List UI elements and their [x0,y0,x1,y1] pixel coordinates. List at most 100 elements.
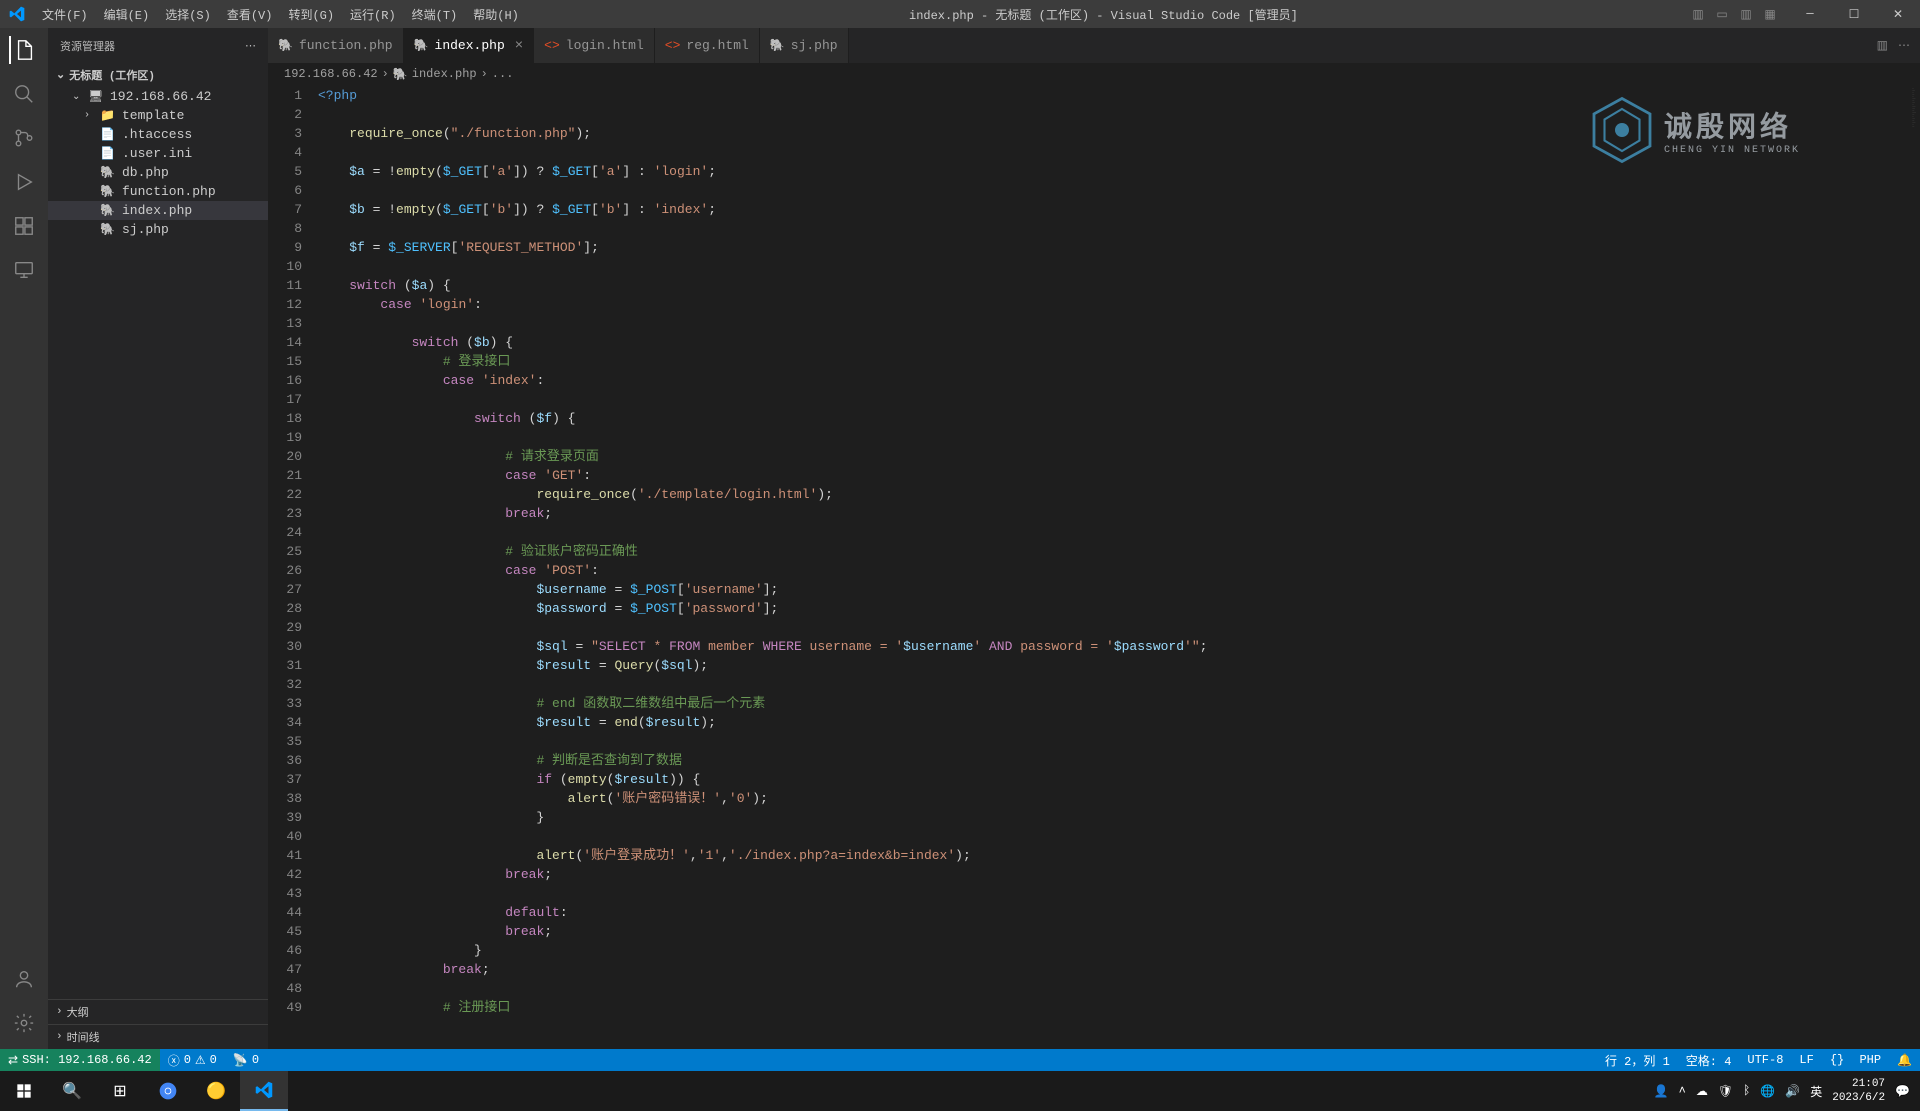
tab-index.php[interactable]: 🐘index.php× [404,28,535,63]
file-icon: 📄 [100,127,116,142]
tray-up-icon[interactable]: ˄ [1679,1084,1686,1098]
workspace-section[interactable]: ⌄无标题 (工作区) [48,65,268,85]
remote-explorer-icon[interactable] [10,256,38,284]
tab-function.php[interactable]: 🐘function.php [268,28,404,63]
file-icon: 🐘 [100,222,116,237]
app-icon[interactable]: 🟡 [192,1071,240,1111]
customize-layout-icon[interactable]: ▦ [1760,4,1780,24]
chrome-icon[interactable] [144,1071,192,1111]
file-icon: 🐘 [100,203,116,218]
timeline-section[interactable]: ›时间线 [48,1024,268,1049]
tray-people-icon[interactable]: 👤 [1654,1084,1669,1099]
tab-sj.php[interactable]: 🐘sj.php [760,28,849,63]
split-editor-icon[interactable]: ▥ [1877,38,1888,53]
search-icon[interactable] [10,80,38,108]
tray-volume-icon[interactable]: 🔊 [1785,1084,1800,1099]
tray-onedrive-icon[interactable]: ☁ [1696,1084,1708,1099]
server-icon: 🖥 [88,89,104,104]
remote-icon: ⇄ [8,1053,18,1068]
minimap-content: ▬▬▬▬▬▬▬▬▬▬▬▬▬▬▬▬▬▬▬▬▬▬▬▬▬▬▬▬▬▬▬▬▬▬▬▬▬▬▬▬… [1912,89,1916,129]
menu-help[interactable]: 帮助(H) [465,6,527,23]
accounts-icon[interactable] [10,965,38,993]
breadcrumb-root[interactable]: 192.168.66.42 [284,67,378,81]
menu-view[interactable]: 查看(V) [219,6,281,23]
close-icon[interactable]: ✕ [1876,0,1920,28]
menu-edit[interactable]: 编辑(E) [96,6,158,23]
run-debug-icon[interactable] [10,168,38,196]
menu-select[interactable]: 选择(S) [157,6,219,23]
encoding[interactable]: UTF-8 [1739,1052,1791,1069]
search-button[interactable]: 🔍 [48,1071,96,1111]
tree-item-db.php[interactable]: 🐘db.php [48,163,268,182]
menu-run[interactable]: 运行(R) [342,6,404,23]
menu-goto[interactable]: 转到(G) [280,6,342,23]
source-control-icon[interactable] [10,124,38,152]
line-gutter: 1234567891011121314151617181920212223242… [268,85,318,1049]
problems-button[interactable]: ⓧ0⚠0 [160,1052,225,1069]
notifications-icon[interactable]: 💬 [1895,1084,1910,1099]
toggle-panel-icon[interactable]: ▭ [1712,4,1732,24]
breadcrumb[interactable]: 192.168.66.42› 🐘index.php› ... [268,63,1920,85]
tree-item-.htaccess[interactable]: 📄.htaccess [48,125,268,144]
windows-taskbar: 🔍 ⊞ 🟡 👤 ˄ ☁ 🛡 ᛒ 🌐 🔊 英 21:072023/6/2 💬 [0,1071,1920,1111]
notifications-icon[interactable]: 🔔 [1889,1052,1920,1069]
vscode-logo-icon [0,6,34,22]
editor: 🐘function.php🐘index.php×<>login.html<>re… [268,28,1920,1049]
tree-item-sj.php[interactable]: 🐘sj.php [48,220,268,239]
cursor-position[interactable]: 行 2，列 1 [1597,1052,1678,1069]
tab-login.html[interactable]: <>login.html [534,28,655,63]
explorer-sidebar: 资源管理器 ⋯ ⌄无标题 (工作区) ⌄🖥192.168.66.42 ›📁tem… [48,28,268,1049]
toggle-secondary-sidebar-icon[interactable]: ▥ [1736,4,1756,24]
language-mode[interactable]: {} PHP [1822,1052,1889,1069]
menu-bar: 文件(F) 编辑(E) 选择(S) 查看(V) 转到(G) 运行(R) 终端(T… [34,6,527,23]
vscode-taskbar-icon[interactable] [240,1071,288,1111]
toggle-primary-sidebar-icon[interactable]: ▥ [1688,4,1708,24]
code-content[interactable]: <?php require_once("./function.php"); $a… [318,85,1830,1049]
tree-item-.user.ini[interactable]: 📄.user.ini [48,144,268,163]
file-icon: 🐘 [100,165,116,180]
tab-actions: ▥ ⋯ [1867,28,1920,63]
tree-root[interactable]: ⌄🖥192.168.66.42 [48,87,268,106]
sidebar-header: 资源管理器 ⋯ [48,28,268,63]
tree-item-index.php[interactable]: 🐘index.php [48,201,268,220]
outline-section[interactable]: ›大纲 [48,999,268,1024]
sidebar-more-icon[interactable]: ⋯ [245,39,256,53]
titlebar: 文件(F) 编辑(E) 选择(S) 查看(V) 转到(G) 运行(R) 终端(T… [0,0,1920,28]
indentation[interactable]: 空格: 4 [1678,1052,1740,1069]
maximize-icon[interactable]: ☐ [1832,0,1876,28]
settings-gear-icon[interactable] [10,1009,38,1037]
file-icon: 📄 [100,146,116,161]
taskbar-clock[interactable]: 21:072023/6/2 [1832,1077,1885,1105]
menu-file[interactable]: 文件(F) [34,6,96,23]
chevron-right-icon: › [56,1006,63,1018]
tree-item-function.php[interactable]: 🐘function.php [48,182,268,201]
tab-reg.html[interactable]: <>reg.html [655,28,760,63]
activity-bar [0,28,48,1049]
tray-network-icon[interactable]: 🌐 [1760,1084,1775,1099]
ports-button[interactable]: 📡0 [225,1053,267,1068]
error-icon: ⓧ [168,1052,180,1069]
explorer-icon[interactable] [9,36,37,64]
menu-terminal[interactable]: 终端(T) [404,6,466,23]
task-view-button[interactable]: ⊞ [96,1071,144,1111]
chevron-down-icon: ⌄ [56,68,65,82]
tray-ime[interactable]: 英 [1810,1083,1822,1100]
editor-tabs: 🐘function.php🐘index.php×<>login.html<>re… [268,28,1920,63]
start-button[interactable] [0,1071,48,1111]
file-icon: 🐘 [100,184,116,199]
tree-item-template[interactable]: ›📁template [48,106,268,125]
radio-icon: 📡 [233,1053,248,1068]
breadcrumb-symbol[interactable]: ... [492,67,514,81]
remote-indicator[interactable]: ⇄SSH: 192.168.66.42 [0,1049,160,1071]
minimize-icon[interactable]: ─ [1788,0,1832,28]
breadcrumb-file[interactable]: index.php [412,67,477,81]
close-tab-icon[interactable]: × [515,38,523,54]
tray-bluetooth-icon[interactable]: ᛒ [1743,1084,1750,1098]
code-area[interactable]: 1234567891011121314151617181920212223242… [268,85,1920,1049]
extensions-icon[interactable] [10,212,38,240]
more-actions-icon[interactable]: ⋯ [1898,38,1910,53]
minimap[interactable]: ▬▬▬▬▬▬▬▬▬▬▬▬▬▬▬▬▬▬▬▬▬▬▬▬▬▬▬▬▬▬▬▬▬▬▬▬▬▬▬▬… [1830,85,1920,1049]
tray-security-icon[interactable]: 🛡 [1718,1084,1733,1099]
file-tree: ⌄🖥192.168.66.42 ›📁template📄.htaccess📄.us… [48,85,268,241]
eol[interactable]: LF [1791,1052,1821,1069]
